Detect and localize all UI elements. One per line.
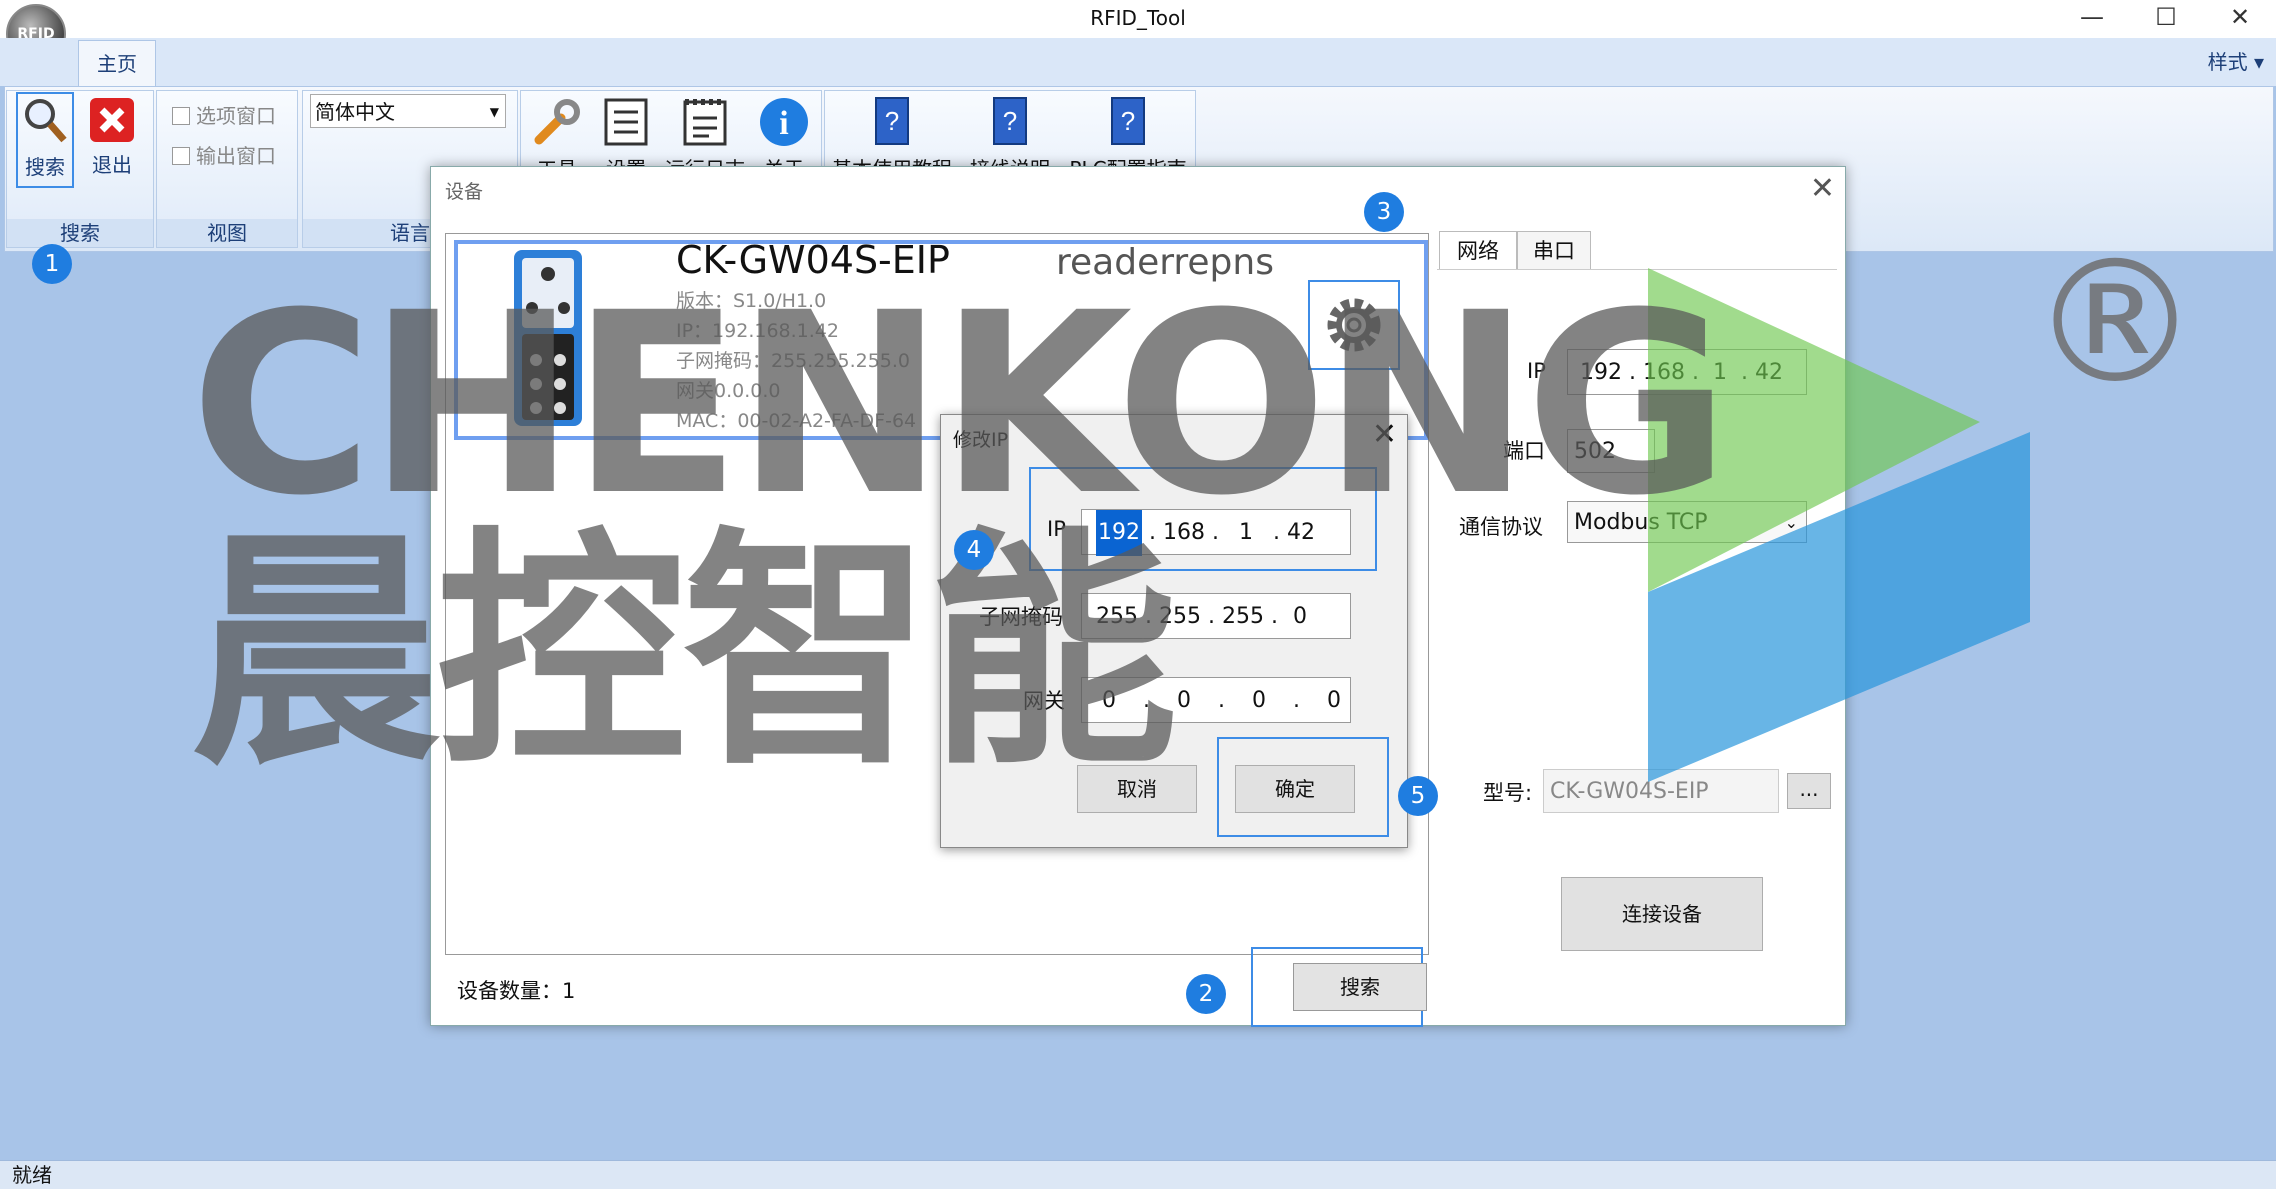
output-window-label: 输出窗口 [196,144,276,168]
exit-label: 退出 [92,153,132,177]
exit-button[interactable]: 退出 [82,96,142,186]
style-menu-label: 样式 [2207,50,2248,74]
step-badge-3: 3 [1364,192,1404,232]
group-label-view: 视图 [157,219,297,247]
tab-home[interactable]: 主页 [78,40,156,87]
device-dialog-title: 设备 [445,181,484,203]
step-badge-5: 5 [1398,776,1438,816]
gateway-octet: 0 [1326,688,1341,713]
options-window-label: 选项窗口 [196,104,276,128]
watermark-brand-text: CHENKONG [190,259,1730,550]
language-select[interactable]: 简体中文 ▼ [310,94,506,128]
wrench-icon [534,99,580,145]
gateway-octet: 0 [1251,688,1266,713]
model-label: 型号: [1483,781,1533,805]
language-select-value: 简体中文 [315,100,395,124]
watermark-registered-mark: ® [2030,224,2200,422]
ok-button[interactable]: 确定 [1235,765,1355,813]
window-title: RFID_Tool [1090,6,1186,30]
subnet-octet: 255 [1221,604,1264,629]
step-badge-4: 4 [954,530,994,570]
close-icon[interactable]: ✕ [1810,171,1835,206]
checklist-icon [604,98,648,146]
status-bar: 就绪 [0,1160,2276,1189]
close-window-button[interactable]: ✕ [2210,0,2270,36]
svg-text:?: ? [1003,106,1017,136]
svg-text:?: ? [1121,106,1135,136]
svg-text:i: i [779,105,788,142]
connect-device-button[interactable]: 连接设备 [1561,877,1763,951]
help-book-icon: ? [993,97,1027,145]
chevron-down-icon: ▼ [489,105,499,119]
step-badge-2: 2 [1186,974,1226,1014]
search-ribbon-label: 搜索 [25,155,65,179]
maximize-button[interactable]: ☐ [2136,0,2196,36]
magnifier-icon [25,99,67,143]
status-text: 就绪 [12,1163,52,1187]
search-ribbon-button[interactable]: 搜索 [16,92,74,188]
help-book-icon: ? [875,97,909,145]
style-menu[interactable]: 样式 ▾ [2208,46,2264,75]
group-label-search: 搜索 [7,219,153,247]
device-count-label: 设备数量：1 [457,979,576,1003]
options-window-checkbox[interactable]: 选项窗口 [172,100,276,129]
log-icon [683,99,727,146]
search-button[interactable]: 搜索 [1293,963,1427,1011]
ribbon-tab-strip [0,38,2276,86]
subnet-octet: 0 [1292,604,1307,629]
step-badge-1: 1 [32,244,72,284]
minimize-button[interactable]: — [2062,0,2122,36]
help-book-icon: ? [1111,97,1145,145]
info-icon: i [760,98,808,146]
exit-icon [90,98,134,142]
output-window-checkbox[interactable]: 输出窗口 [172,140,276,169]
svg-text:?: ? [885,106,899,136]
watermark-brand-chinese: 晨控智能 [190,507,1178,798]
gateway-octet: 0 [1176,688,1191,713]
